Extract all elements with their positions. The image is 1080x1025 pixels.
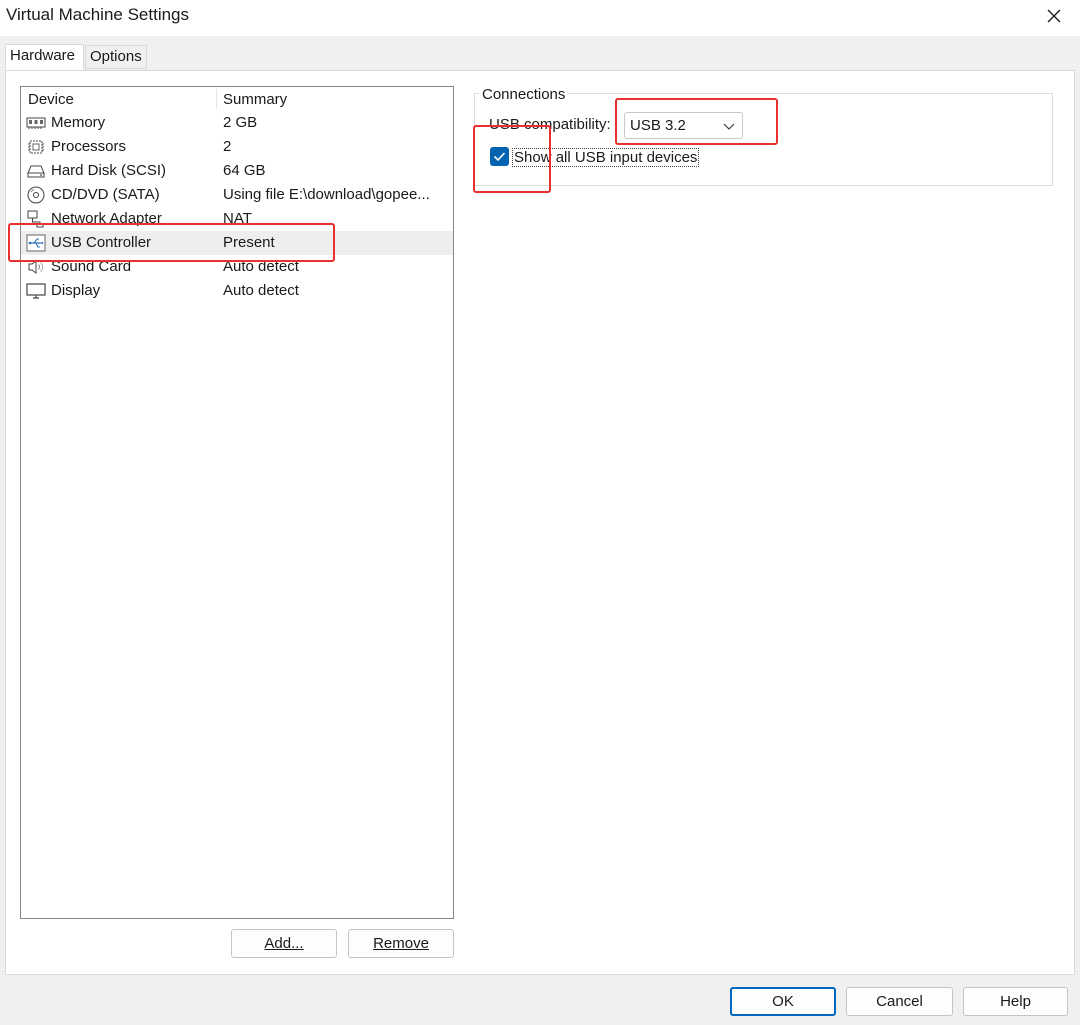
help-button[interactable]: Help (963, 987, 1068, 1016)
checkmark-icon (493, 152, 506, 162)
device-summary: NAT (223, 210, 252, 227)
column-header-summary[interactable]: Summary (223, 91, 287, 108)
device-name: CD/DVD (SATA) (51, 186, 160, 203)
usb-compatibility-select[interactable]: USB 3.2 (624, 112, 743, 139)
device-row-cd-dvd[interactable]: CD/DVD (SATA) Using file E:\download\gop… (21, 183, 453, 207)
processor-icon (28, 140, 44, 154)
usb-compatibility-value: USB 3.2 (630, 117, 686, 134)
device-summary: Auto detect (223, 282, 299, 299)
device-row-processors[interactable]: Processors 2 (21, 135, 453, 159)
device-summary: 64 GB (223, 162, 266, 179)
chevron-down-icon (723, 123, 735, 130)
memory-icon (26, 117, 46, 129)
cd-dvd-icon (27, 186, 45, 204)
speaker-icon (28, 260, 43, 274)
column-header-device[interactable]: Device (28, 91, 74, 108)
usb-compatibility-label: USB compatibility: (489, 116, 611, 133)
close-icon (1047, 9, 1061, 23)
network-adapter-icon (27, 210, 44, 228)
remove-button[interactable]: Remove (348, 929, 454, 958)
device-row-network-adapter[interactable]: Network Adapter NAT (21, 207, 453, 231)
show-all-usb-checkbox[interactable] (490, 147, 509, 166)
device-row-memory[interactable]: Memory 2 GB (21, 111, 453, 135)
device-name: Hard Disk (SCSI) (51, 162, 167, 179)
device-summary: Present (223, 234, 275, 251)
device-name: Processors (51, 138, 127, 155)
device-summary: 2 (223, 138, 232, 155)
device-row-usb-controller[interactable]: USB Controller Present (21, 231, 453, 255)
add-button[interactable]: Add... (231, 929, 337, 958)
hard-disk-icon (27, 165, 45, 178)
device-summary: Using file E:\download\gopee... (223, 186, 430, 203)
tab-hardware[interactable]: Hardware (5, 44, 84, 70)
list-header: Device Summary (21, 87, 453, 111)
remove-button-label: Remove (373, 935, 429, 952)
tab-options[interactable]: Options (85, 45, 147, 69)
device-name: Sound Card (51, 258, 132, 275)
device-row-display[interactable]: Display Auto detect (21, 279, 453, 303)
device-name: Display (51, 282, 101, 299)
device-list[interactable]: Device Summary Memory 2 GB Processors 2 … (20, 86, 454, 919)
ok-button[interactable]: OK (730, 987, 836, 1016)
device-row-hard-disk[interactable]: Hard Disk (SCSI) 64 GB (21, 159, 453, 183)
connections-group (474, 93, 1053, 186)
device-summary: Auto detect (223, 258, 299, 275)
window-title: Virtual Machine Settings (6, 5, 190, 24)
usb-icon (26, 234, 46, 252)
title-bar: Virtual Machine Settings (0, 0, 1080, 36)
add-button-label: Add... (264, 935, 304, 952)
connections-group-title: Connections (479, 86, 569, 103)
device-row-sound-card[interactable]: Sound Card Auto detect (21, 255, 453, 279)
cancel-button[interactable]: Cancel (846, 987, 953, 1016)
device-name: Network Adapter (51, 210, 162, 227)
device-summary: 2 GB (223, 114, 258, 131)
monitor-icon (26, 283, 46, 299)
device-name: Memory (51, 114, 106, 131)
device-name: USB Controller (51, 234, 152, 251)
close-button[interactable] (1028, 0, 1080, 32)
show-all-usb-label[interactable]: Show all USB input devices (512, 148, 700, 167)
column-separator[interactable] (216, 89, 217, 109)
